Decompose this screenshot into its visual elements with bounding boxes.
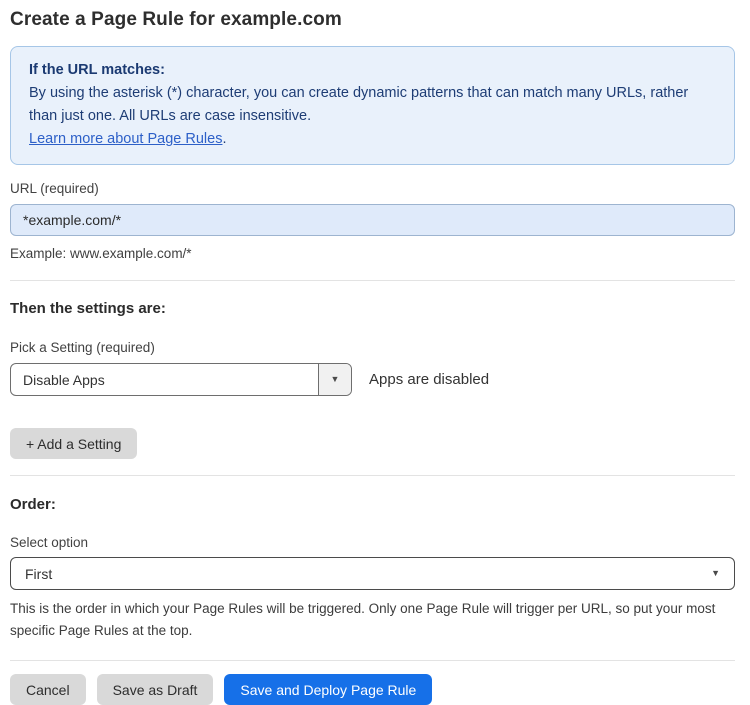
order-helper-text: This is the order in which your Page Rul…	[10, 601, 716, 638]
order-section-heading: Order:	[10, 496, 56, 513]
divider	[10, 280, 735, 281]
order-select[interactable]: First ▼	[10, 557, 735, 590]
info-box-link-line: Learn more about Page Rules.	[29, 128, 716, 151]
url-match-info-box: If the URL matches: By using the asteris…	[10, 46, 735, 165]
save-as-draft-button[interactable]: Save as Draft	[96, 674, 214, 705]
add-setting-button[interactable]: + Add a Setting	[10, 428, 138, 459]
page-title: Create a Page Rule for example.com	[10, 9, 342, 30]
info-box-heading: If the URL matches:	[29, 62, 165, 78]
setting-row: Disable Apps ▼ Apps are disabled	[10, 363, 735, 396]
divider	[10, 475, 735, 476]
divider	[10, 660, 735, 661]
chevron-down-icon: ▼	[711, 568, 720, 578]
url-field-label: URL (required)	[10, 181, 99, 196]
setting-dropdown-value: Disable Apps	[23, 371, 105, 388]
chevron-down-icon: ▼	[330, 374, 340, 384]
order-select-value: First	[25, 565, 53, 582]
learn-more-link[interactable]: Learn more about Page Rules	[29, 131, 222, 147]
url-input[interactable]	[10, 204, 735, 236]
link-suffix: .	[222, 131, 227, 147]
pick-setting-label: Pick a Setting (required)	[10, 340, 155, 355]
cancel-button[interactable]: Cancel	[10, 674, 86, 705]
setting-dropdown[interactable]: Disable Apps ▼	[10, 363, 352, 396]
setting-status-text: Apps are disabled	[369, 371, 490, 388]
settings-section-heading: Then the settings are:	[10, 300, 166, 317]
url-example-text: Example: www.example.com/*	[10, 246, 192, 261]
setting-dropdown-arrow-button[interactable]: ▼	[318, 364, 351, 395]
order-select-label: Select option	[10, 535, 89, 550]
save-and-deploy-button[interactable]: Save and Deploy Page Rule	[224, 674, 433, 705]
footer-actions: Cancel Save as Draft Save and Deploy Pag…	[10, 674, 735, 705]
info-box-body: By using the asterisk (*) character, you…	[29, 85, 689, 124]
page-rule-form: Create a Page Rule for example.com If th…	[0, 0, 750, 705]
